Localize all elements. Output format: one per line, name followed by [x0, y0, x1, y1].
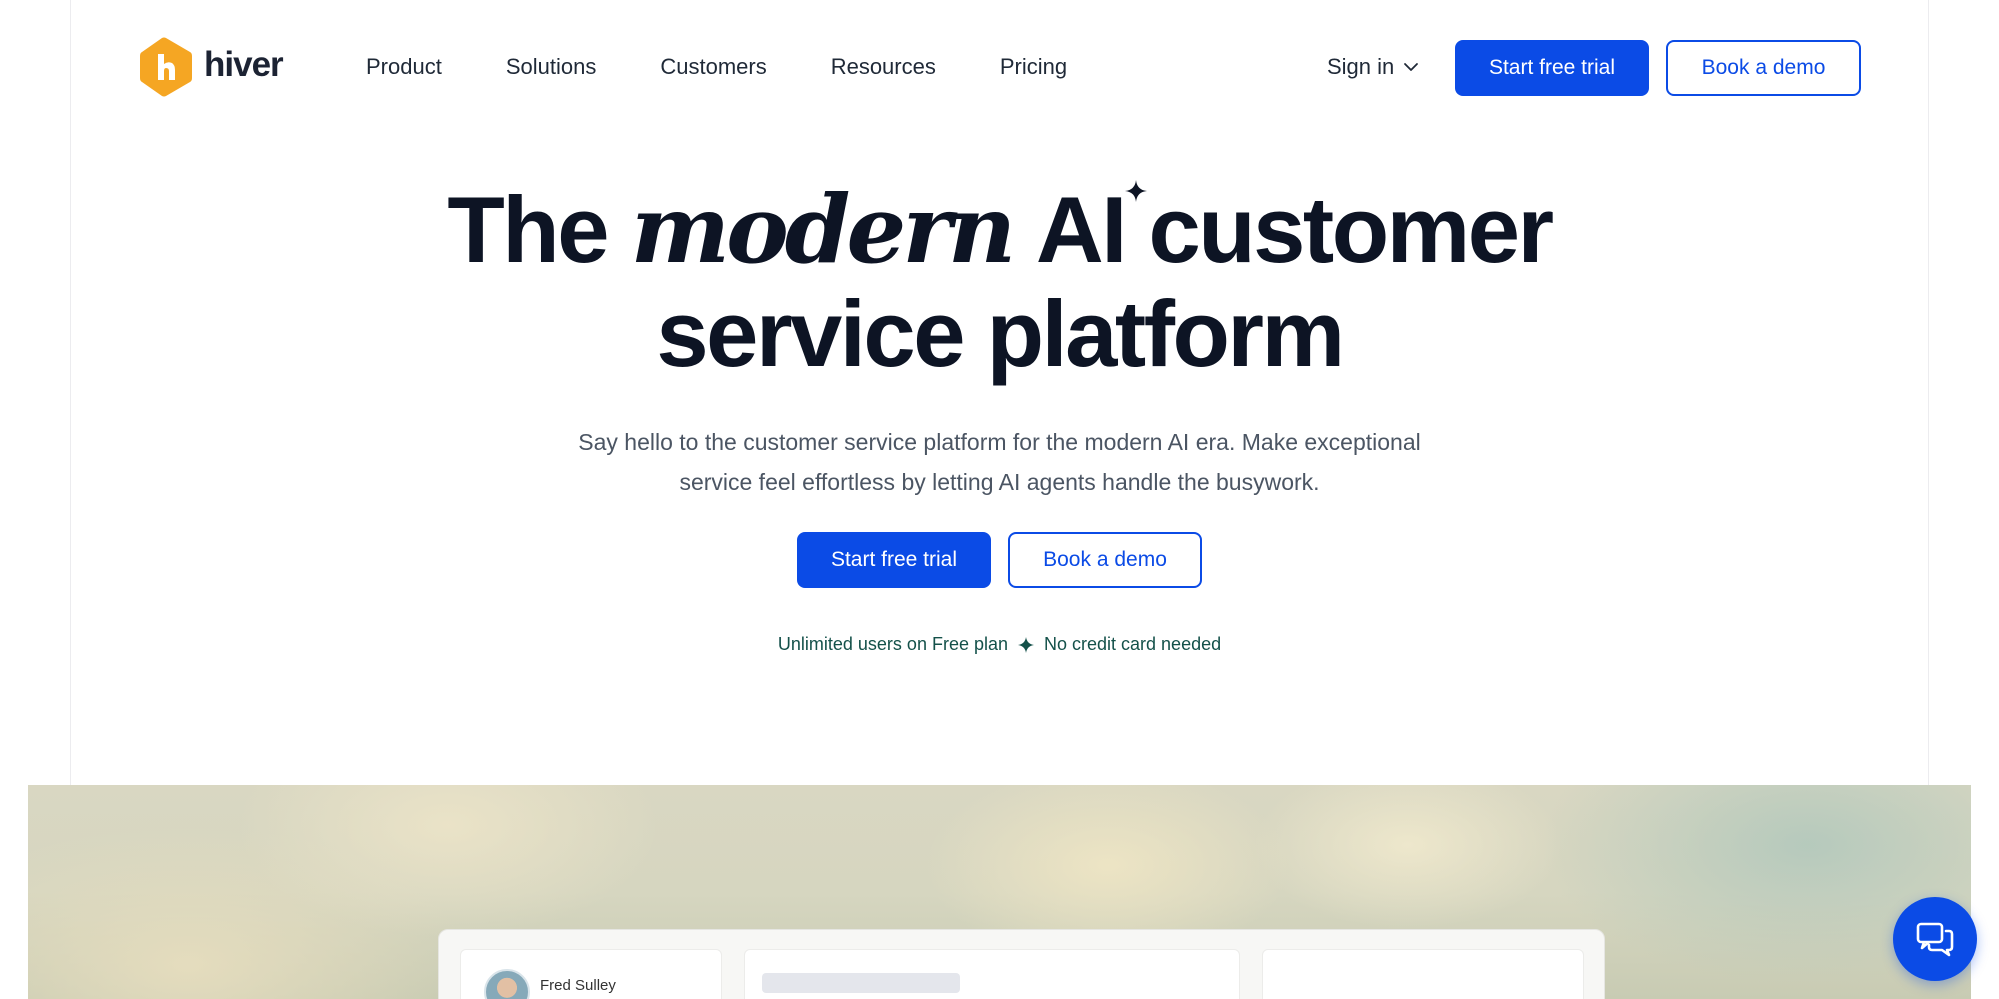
- nav-solutions[interactable]: Solutions: [506, 54, 597, 80]
- nav-start-free-trial-button[interactable]: Start free trial: [1455, 40, 1649, 96]
- top-nav: hiver Product Solutions Customers Resour…: [0, 0, 1999, 135]
- hero-subtitle-line1: Say hello to the customer service platfo…: [578, 429, 1421, 455]
- hero-start-free-trial-button[interactable]: Start free trial: [797, 532, 991, 588]
- chat-widget-button[interactable]: [1893, 897, 1977, 981]
- hero-title: The modern AI customer service platform: [0, 178, 1999, 386]
- hero-subtitle: Say hello to the customer service platfo…: [0, 422, 1999, 502]
- hero-subtitle-line2: service feel effortless by letting AI ag…: [679, 469, 1320, 495]
- sparkle-icon: [1018, 636, 1034, 653]
- hero-title-customer: customer: [1148, 177, 1554, 282]
- sparkle-icon: [1124, 180, 1147, 202]
- preview-placeholder-bar: [762, 973, 960, 993]
- preview-panel-details: [1262, 949, 1584, 999]
- avatar: [484, 969, 530, 999]
- hiver-wordmark: hiver: [204, 45, 284, 84]
- hiver-logo-icon: [140, 37, 192, 97]
- nav-customers[interactable]: Customers: [660, 54, 766, 80]
- nav-pricing[interactable]: Pricing: [1000, 54, 1067, 80]
- hiver-logo[interactable]: hiver: [138, 36, 284, 98]
- hero-title-ai-wrap: AI: [1035, 177, 1147, 282]
- preview-contact: Fred Sulley: [484, 969, 616, 999]
- chat-icon: [1916, 922, 1954, 957]
- main-nav: Product Solutions Customers Resources Pr…: [366, 54, 1067, 80]
- chevron-down-icon: [1404, 63, 1419, 71]
- sign-in-dropdown[interactable]: Sign in: [1327, 54, 1420, 80]
- hero-note: Unlimited users on Free plan No credit c…: [0, 634, 1999, 655]
- nav-book-demo-button[interactable]: Book a demo: [1666, 40, 1861, 96]
- hero-title-ai: AI: [1035, 177, 1128, 282]
- hero-title-the: The: [447, 177, 609, 282]
- nav-resources[interactable]: Resources: [831, 54, 936, 80]
- hero-book-demo-button[interactable]: Book a demo: [1008, 532, 1202, 588]
- note-no-credit-card: No credit card needed: [1044, 634, 1222, 654]
- nav-product[interactable]: Product: [366, 54, 442, 80]
- contact-name: Fred Sulley: [540, 976, 616, 994]
- note-free-plan: Unlimited users on Free plan: [777, 634, 1008, 654]
- hero-title-line2: service platform: [656, 281, 1345, 386]
- sign-in-label: Sign in: [1327, 54, 1395, 79]
- hero-title-modern: modern: [630, 175, 1017, 285]
